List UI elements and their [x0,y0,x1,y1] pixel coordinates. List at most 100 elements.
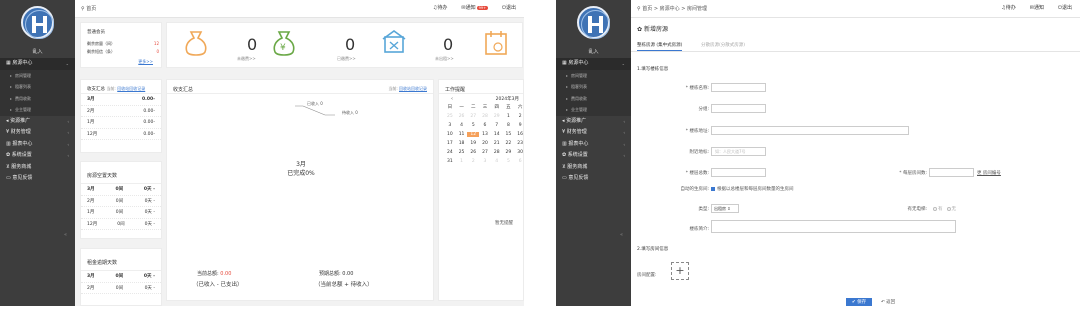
submenu-tenant-list[interactable]: ▸ 租客列表 [0,81,75,93]
type-select[interactable]: 出租房 ⇕ [711,204,739,213]
landmark-input[interactable]: 如：人民大道7号 [711,147,766,156]
paid-link[interactable]: 已缴费>> [337,56,356,62]
calendar-day[interactable]: 2 [514,114,524,119]
calendar-day[interactable]: 29 [503,150,515,155]
todo-button[interactable]: ♫ 待办 [1001,4,1016,11]
calendar-day[interactable]: 3 [444,123,456,128]
sidebar-item-finance[interactable]: ¥ 财务管理 ‹ [556,127,631,139]
calendar-day[interactable]: 6 [514,159,524,164]
tab-scattered[interactable]: 分散房源(分散式房源) [701,42,745,48]
sidebar-item-mall[interactable]: ⊻ 服务商城 [556,162,631,174]
rent-overdue-card: 租金逾期天数 3月 0间 0天 - 2月 0间 0天 - [80,248,162,306]
back-button[interactable]: ↶ 返回 [875,298,901,306]
chart-recycle-link[interactable]: 回收站回收记录 [399,86,427,91]
calendar-day[interactable]: 14 [491,132,503,137]
submenu-tenant-list[interactable]: ▸ 租客列表 [556,81,631,93]
calendar-day[interactable]: 5 [503,159,515,164]
elevator-radio-group[interactable]: 有无 [929,206,956,212]
logo [577,6,610,39]
sidebar-item-mall[interactable]: ⊻ 服务商城 [0,162,75,174]
calendar-day[interactable]: 28 [479,114,491,119]
sidebar-item-settings[interactable]: ✿ 系统设置 ‹ [556,150,631,162]
calendar-day[interactable]: 24 [444,150,456,155]
sidebar-item-house-center[interactable]: ▦ 房源中心 ⌄ [0,58,75,70]
todo-button[interactable]: ♫ 待办 [433,4,448,11]
calendar-day[interactable]: 20 [479,141,491,146]
chart-center-month: 3月 [296,161,306,168]
calendar-day[interactable]: 11 [456,132,468,137]
more-link[interactable]: 更多>> [138,59,153,65]
notice-button[interactable]: ✉ 通知 [1030,4,1044,11]
sidebar-item-settings[interactable]: ✿ 系统设置 ‹ [0,150,75,162]
submenu-room-manage[interactable]: ▸ 房间管理 [0,69,75,81]
calendar-day[interactable]: 27 [467,114,479,119]
unpaid-link[interactable]: 未缴费>> [237,56,256,62]
calendar-day[interactable]: 9 [514,123,524,128]
calendar-day[interactable]: 25 [456,150,468,155]
calendar-day[interactable]: 12 [467,132,480,137]
calendar-day[interactable]: 8 [503,123,515,128]
sidebar-item-house-center[interactable]: ▦ 房源中心 ⌄ [556,58,631,70]
calendar-day[interactable]: 1 [456,159,468,164]
calendar-day[interactable]: 4 [456,123,468,128]
calendar-day[interactable]: 7 [491,123,503,128]
calendar-day[interactable]: 1 [503,114,515,119]
unrented-link[interactable]: 未出租>> [435,56,454,62]
sidebar-item-feedback[interactable]: ▭ 意见反馈 [0,173,75,185]
calendar-day[interactable]: 10 [444,132,456,137]
recycle-link[interactable]: 回收站回收记录 [117,86,145,91]
building-intro-textarea[interactable] [711,220,956,233]
sidebar-item-promotion[interactable]: ◂ 资源推广 ‹ [556,116,631,128]
notice-button[interactable]: ✉ 通知 99+ [461,4,489,11]
radio-yes[interactable] [933,206,937,211]
calendar-day[interactable]: 13 [479,132,491,137]
calendar-day[interactable]: 18 [456,141,468,146]
rooms-per-floor-input[interactable] [929,168,974,177]
calendar-day[interactable]: 25 [444,114,456,119]
sidebar-item-promotion[interactable]: ◂ 资源推广 ‹ [0,116,75,128]
submenu-owner-manage[interactable]: ▸ 业主管理 [556,104,631,116]
sidebar-item-finance[interactable]: ¥ 财务管理 ‹ [0,127,75,139]
calendar-day[interactable]: 29 [491,114,503,119]
sidebar-item-feedback[interactable]: ▭ 意见反馈 [556,173,631,185]
building-name-input[interactable] [711,83,766,92]
calendar-day[interactable]: 28 [491,150,503,155]
save-button[interactable]: ✔ 保存 [846,298,872,306]
floor-count-input[interactable] [711,168,766,177]
calendar-day[interactable]: 6 [479,123,491,128]
calendar-day[interactable]: 30 [514,150,524,155]
calendar-day[interactable]: 23 [514,141,524,146]
calendar-day[interactable]: 4 [491,159,503,164]
calendar-day[interactable]: 21 [491,141,503,146]
group-input[interactable] [711,104,766,113]
logout-button[interactable]: ⏻ 退出 [1058,4,1072,11]
radio-no[interactable] [946,206,951,211]
building-address-input[interactable] [711,126,909,135]
calendar-day[interactable]: 26 [456,114,468,119]
calendar-day[interactable]: 5 [467,123,479,128]
tab-building[interactable]: 整栋房源 (集中式房源) [637,42,683,51]
submenu-owner-manage[interactable]: ▸ 业主管理 [0,104,75,116]
submenu-fee-collect[interactable]: ▸ 费用收款 [556,92,631,104]
auto-generate-checkbox[interactable]: 根据以总楼层和每层房间数量的生房间 [711,186,794,192]
sidebar-item-reports[interactable]: ▥ 报表中心 ‹ [0,139,75,151]
calendar-day[interactable]: 19 [467,141,479,146]
prev-month-icon[interactable]: ‹ [451,96,453,102]
calendar-day[interactable]: 31 [444,159,456,164]
calendar-day[interactable]: 22 [503,141,515,146]
calendar-day[interactable]: 27 [479,150,491,155]
room-number-link[interactable]: 更 房间编号 [977,170,1001,176]
calendar-day[interactable]: 15 [503,132,515,137]
collapse-icon[interactable]: « [64,232,72,240]
calendar-day[interactable]: 16 [514,132,524,137]
submenu-room-manage[interactable]: ▸ 房间管理 [556,69,631,81]
submenu-fee-collect[interactable]: ▸ 费用收款 [0,92,75,104]
add-room-config-button[interactable]: + [671,262,689,280]
collapse-icon[interactable]: « [620,232,628,240]
calendar-day[interactable]: 26 [467,150,479,155]
calendar-day[interactable]: 2 [467,159,479,164]
sidebar-item-reports[interactable]: ▥ 报表中心 ‹ [556,139,631,151]
logout-button[interactable]: ⏻ 退出 [502,4,516,11]
calendar-day[interactable]: 3 [479,159,491,164]
calendar-day[interactable]: 17 [444,141,456,146]
